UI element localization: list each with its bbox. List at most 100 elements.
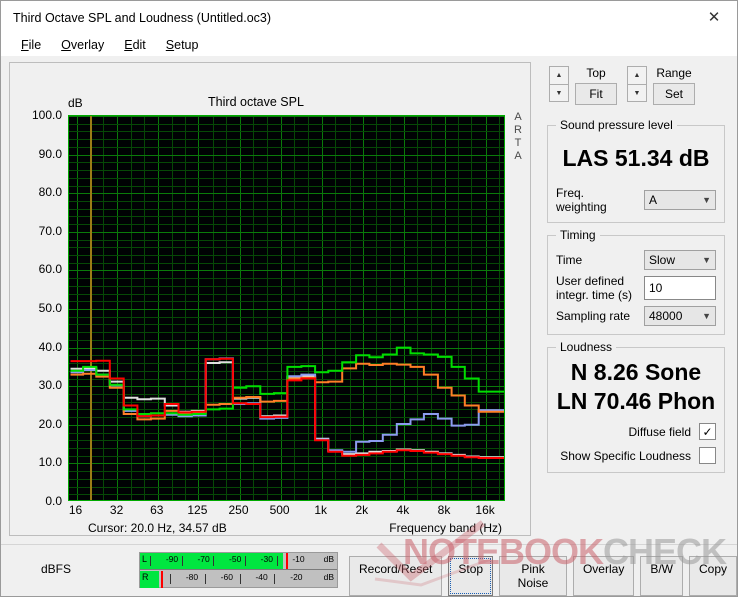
meter-tick-mark xyxy=(213,556,215,566)
meter-unit-label: dB xyxy=(323,554,334,564)
menu-label-file-rest: ile xyxy=(28,38,42,52)
meter-unit-label: dB xyxy=(323,572,334,582)
x-axis-ticks: 16 32 63 125 250 500 1k 2k 4k 8k 16k xyxy=(68,503,505,519)
meter-tick-mark xyxy=(150,556,151,566)
x-axis-tick-label: 32 xyxy=(109,503,124,517)
specific-loudness-label: Show Specific Loudness xyxy=(560,448,691,463)
freq-weighting-value: A xyxy=(649,193,658,207)
b-w-button[interactable]: B/W xyxy=(640,556,683,596)
y-axis-unit: dB xyxy=(68,96,83,110)
menu-label-overlay-rest: verlay xyxy=(70,38,105,52)
meter-tick-label: -30 xyxy=(260,554,273,564)
integration-time-input[interactable]: 10 xyxy=(644,276,716,300)
loudness-group-label: Loudness xyxy=(560,340,613,354)
menu-item-overlay[interactable]: Overlay xyxy=(51,36,114,54)
arrow-down-icon[interactable]: ▼ xyxy=(627,84,647,102)
meter-tick-mark xyxy=(239,574,241,584)
meter-channel-label: R xyxy=(142,572,149,582)
integration-time-label-line1: User defined xyxy=(556,274,625,288)
top-control-group: ▲ ▼ Top Fit xyxy=(549,66,617,105)
x-axis-tick-label: 500 xyxy=(269,503,290,517)
sampling-rate-label: Sampling rate xyxy=(556,309,631,323)
chevron-down-icon: ▼ xyxy=(702,311,711,321)
y-axis-tick-label: 0.0 xyxy=(45,494,62,508)
timing-group-label: Timing xyxy=(560,228,596,242)
level-meters: L -90 -70 -50 -30 -10 dB R -80 -60 -40 -20 dB xyxy=(139,552,338,588)
menu-item-setup[interactable]: Setup xyxy=(156,36,209,54)
meter-tick-label: -60 xyxy=(220,572,233,582)
scale-controls: ▲ ▼ Top Fit ▲ ▼ Range Set xyxy=(539,62,731,113)
record-reset-button[interactable]: Record/Reset xyxy=(349,556,443,596)
menu-item-edit[interactable]: Edit xyxy=(114,36,156,54)
meter-tick-mark xyxy=(181,556,183,566)
arrow-up-icon[interactable]: ▲ xyxy=(627,66,647,84)
arta-letter-a1: A xyxy=(514,111,522,123)
specific-loudness-row: Show Specific Loudness xyxy=(556,447,716,464)
application-window: Third Octave SPL and Loudness (Untitled.… xyxy=(0,0,738,597)
arrow-down-icon[interactable]: ▼ xyxy=(549,84,569,102)
y-axis-tick-label: 40.0 xyxy=(38,339,62,354)
fit-button[interactable]: Fit xyxy=(575,83,617,105)
x-axis-tick-label: 1k xyxy=(314,503,328,517)
top-spinner[interactable]: ▲ ▼ xyxy=(549,66,569,102)
copy-button[interactable]: Copy xyxy=(688,556,737,596)
sampling-rate-select[interactable]: 48000 ▼ xyxy=(644,306,716,326)
y-axis-tick-label: 80.0 xyxy=(38,185,62,200)
x-axis-tick-label: 4k xyxy=(396,503,410,517)
close-icon[interactable]: ✕ xyxy=(691,1,737,33)
stop-button[interactable]: Stop xyxy=(448,556,494,596)
arrow-up-icon[interactable]: ▲ xyxy=(549,66,569,84)
bottom-bar: dBFS Record/Reset Stop Pink Noise Overlay B/… xyxy=(1,544,737,596)
sampling-rate-row: Sampling rate 48000 ▼ xyxy=(556,306,716,326)
meter-channel-label: L xyxy=(142,554,148,564)
menu-label-setup-rest: etup xyxy=(174,38,199,52)
diffuse-field-checkbox[interactable]: ✓ xyxy=(699,423,716,440)
level-meter-right[interactable]: R -80 -60 -40 -20 dB xyxy=(140,571,337,588)
range-label: Range xyxy=(656,66,692,80)
range-control-group: ▲ ▼ Range Set xyxy=(627,66,695,105)
meter-tick-mark xyxy=(276,556,278,566)
curve-layer xyxy=(70,346,504,459)
set-button[interactable]: Set xyxy=(653,83,695,105)
meter-tick-label: -70 xyxy=(197,554,210,564)
main-body: Third octave SPL dB A R T A 100.0 90.0 80.… xyxy=(1,56,737,544)
sound-pressure-level-group: Sound pressure level LAS 51.34 dB Freq. … xyxy=(547,118,725,223)
y-axis-tick-label: 30.0 xyxy=(38,378,62,393)
x-axis-tick-label: 16 xyxy=(68,503,83,517)
chart-panel: Third octave SPL dB A R T A 100.0 90.0 80.… xyxy=(9,62,531,536)
specific-loudness-checkbox[interactable] xyxy=(699,447,716,464)
sampling-rate-value: 48000 xyxy=(649,309,683,323)
dbfs-label: dBFS xyxy=(41,562,72,576)
loudness-sone: N 8.26 Sone xyxy=(570,359,702,385)
top-label: Top xyxy=(586,66,606,80)
chart-title: Third octave SPL xyxy=(208,95,304,109)
x-axis-tick-label: 63 xyxy=(150,503,164,517)
integration-time-row: User defined integr. time (s) 10 xyxy=(556,274,716,302)
range-spinner[interactable]: ▲ ▼ xyxy=(627,66,647,102)
freq-weighting-select[interactable]: A ▼ xyxy=(644,190,716,210)
level-meter-left[interactable]: L -90 -70 -50 -30 -10 dB xyxy=(140,553,337,570)
overlay-button[interactable]: Overlay xyxy=(572,556,635,596)
menu-bar: File Overlay Edit Setup xyxy=(1,34,737,56)
spl-group-label: Sound pressure level xyxy=(560,118,673,132)
pink-noise-button[interactable]: Pink Noise xyxy=(499,556,567,596)
x-axis-label: Frequency band (Hz) xyxy=(389,521,502,535)
plot-area[interactable] xyxy=(68,115,505,501)
integration-time-label-line2: integr. time (s) xyxy=(556,288,633,302)
x-axis-tick-label: 16k xyxy=(475,503,495,517)
timing-group: Timing Time Slow ▼ User defined integr. … xyxy=(547,228,725,335)
meter-tick-label: -20 xyxy=(290,572,303,582)
arta-letter-r: R xyxy=(514,124,522,136)
meter-tick-mark xyxy=(244,556,246,566)
time-value: Slow xyxy=(649,253,676,267)
x-axis-tick-label: 250 xyxy=(228,503,249,517)
time-label: Time xyxy=(556,253,583,267)
top-label-button: Top Fit xyxy=(575,66,617,105)
y-axis-ticks: 100.0 90.0 80.0 70.0 60.0 50.0 40.0 30.0 20.0 10.… xyxy=(10,108,68,508)
freq-weighting-row: Freq. weighting A ▼ xyxy=(556,186,716,214)
right-control-panel: ▲ ▼ Top Fit ▲ ▼ Range Set Sound pressure… xyxy=(539,62,731,540)
menu-item-file[interactable]: File xyxy=(11,36,51,54)
time-select[interactable]: Slow ▼ xyxy=(644,250,716,270)
arta-watermark: A R T A xyxy=(511,111,525,163)
x-axis-tick-label: 2k xyxy=(355,503,369,517)
